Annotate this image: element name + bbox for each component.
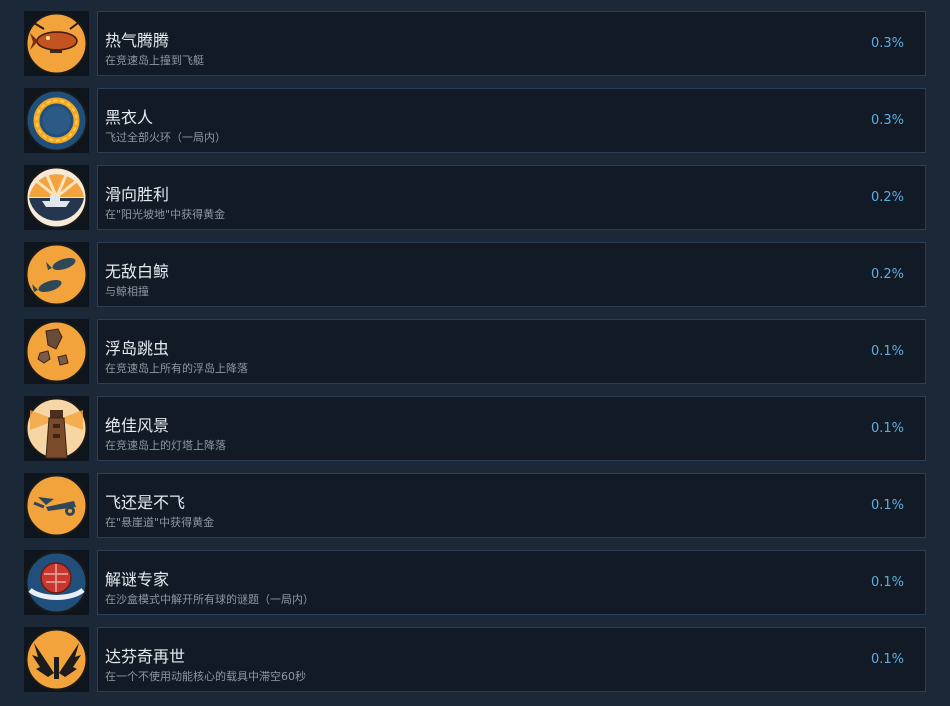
achievement-title: 达芬奇再世 — [105, 647, 186, 666]
unlock-percentage: 0.1% — [870, 498, 904, 513]
unlock-percentage: 0.2% — [870, 267, 904, 282]
achievement-title: 绝佳风景 — [105, 416, 170, 435]
achievement-list: 热气腾腾 在竞速岛上撞到飞艇 0.3% 黑衣人 飞过全部火环（一局内） 0.3% — [0, 0, 950, 706]
whale-icon — [24, 242, 89, 307]
achievement-description: 在竞速岛上撞到飞艇 — [105, 54, 204, 67]
lighthouse-icon — [24, 396, 89, 461]
achievement-panel: 解谜专家 在沙盒模式中解开所有球的谜题（一局内） 0.1% — [97, 550, 926, 615]
achievement-panel: 飞还是不飞 在"悬崖道"中获得黄金 0.1% — [97, 473, 926, 538]
wings-icon — [24, 627, 89, 692]
floating-rocks-icon — [24, 319, 89, 384]
sunset-boat-icon — [24, 165, 89, 230]
achievement-title: 热气腾腾 — [105, 31, 170, 50]
achievement-row[interactable]: 飞还是不飞 在"悬崖道"中获得黄金 0.1% — [24, 473, 926, 538]
unlock-percentage: 0.3% — [870, 36, 904, 51]
flying-vehicle-icon — [24, 473, 89, 538]
achievement-title: 解谜专家 — [105, 570, 170, 589]
achievement-row[interactable]: 解谜专家 在沙盒模式中解开所有球的谜题（一局内） 0.1% — [24, 550, 926, 615]
achievement-row[interactable]: 达芬奇再世 在一个不使用动能核心的载具中滞空60秒 0.1% — [24, 627, 926, 692]
achievement-row[interactable]: 浮岛跳虫 在竞速岛上所有的浮岛上降落 0.1% — [24, 319, 926, 384]
blimp-icon — [24, 11, 89, 76]
achievement-description: 在"阳光坡地"中获得黄金 — [105, 208, 226, 221]
achievement-panel: 黑衣人 飞过全部火环（一局内） 0.3% — [97, 88, 926, 153]
achievement-panel: 热气腾腾 在竞速岛上撞到飞艇 0.3% — [97, 11, 926, 76]
achievement-panel: 达芬奇再世 在一个不使用动能核心的载具中滞空60秒 0.1% — [97, 627, 926, 692]
unlock-percentage: 0.1% — [870, 421, 904, 436]
achievement-title: 飞还是不飞 — [105, 493, 186, 512]
achievement-description: 飞过全部火环（一局内） — [105, 131, 226, 144]
achievement-row[interactable]: 无敌白鲸 与鲸相撞 0.2% — [24, 242, 926, 307]
achievement-title: 黑衣人 — [105, 108, 154, 127]
achievement-title: 无敌白鲸 — [105, 262, 170, 281]
achievement-description: 在竞速岛上所有的浮岛上降落 — [105, 362, 248, 375]
fire-ring-icon — [24, 88, 89, 153]
achievement-row[interactable]: 热气腾腾 在竞速岛上撞到飞艇 0.3% — [24, 11, 926, 76]
unlock-percentage: 0.2% — [870, 190, 904, 205]
achievement-panel: 绝佳风景 在竞速岛上的灯塔上降落 0.1% — [97, 396, 926, 461]
puzzle-ball-icon — [24, 550, 89, 615]
achievement-row[interactable]: 黑衣人 飞过全部火环（一局内） 0.3% — [24, 88, 926, 153]
achievement-panel: 滑向胜利 在"阳光坡地"中获得黄金 0.2% — [97, 165, 926, 230]
achievement-row[interactable]: 滑向胜利 在"阳光坡地"中获得黄金 0.2% — [24, 165, 926, 230]
unlock-percentage: 0.3% — [870, 113, 904, 128]
achievement-description: 在沙盒模式中解开所有球的谜题（一局内） — [105, 593, 314, 606]
achievement-description: 在"悬崖道"中获得黄金 — [105, 516, 215, 529]
achievement-panel: 无敌白鲸 与鲸相撞 0.2% — [97, 242, 926, 307]
achievement-title: 浮岛跳虫 — [105, 339, 170, 358]
achievement-description: 与鲸相撞 — [105, 285, 149, 298]
achievement-panel: 浮岛跳虫 在竞速岛上所有的浮岛上降落 0.1% — [97, 319, 926, 384]
unlock-percentage: 0.1% — [870, 652, 904, 667]
achievement-row[interactable]: 绝佳风景 在竞速岛上的灯塔上降落 0.1% — [24, 396, 926, 461]
unlock-percentage: 0.1% — [870, 344, 904, 359]
achievement-title: 滑向胜利 — [105, 185, 170, 204]
achievement-description: 在一个不使用动能核心的载具中滞空60秒 — [105, 670, 306, 683]
achievement-description: 在竞速岛上的灯塔上降落 — [105, 439, 226, 452]
unlock-percentage: 0.1% — [870, 575, 904, 590]
